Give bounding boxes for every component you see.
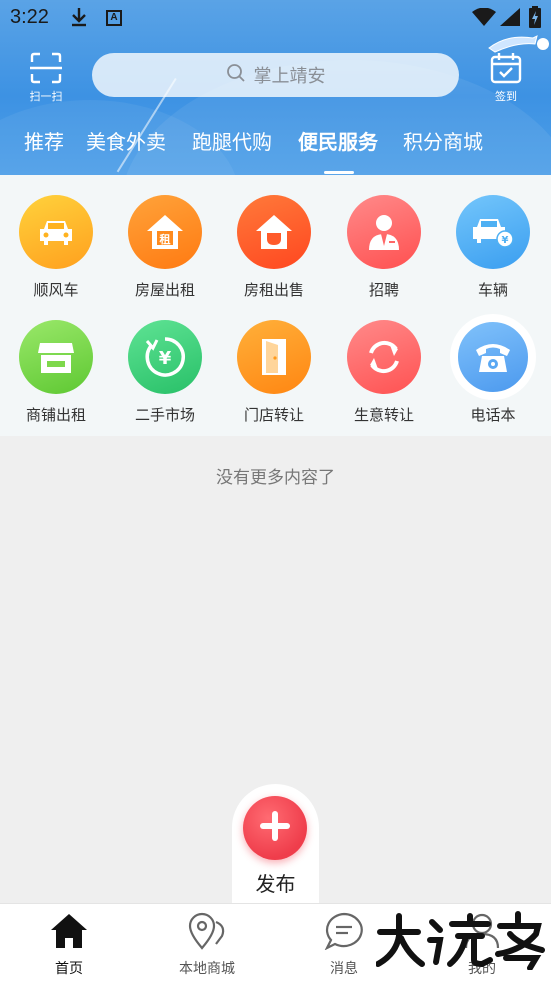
- service-label: 招聘: [368, 281, 399, 299]
- car-icon: [19, 195, 93, 269]
- signal-icon: [500, 8, 520, 30]
- tab-recommend[interactable]: 推荐: [24, 126, 64, 155]
- download-icon: [70, 6, 88, 33]
- watermark-logo: [375, 910, 551, 971]
- yuan-cycle-icon: ¥: [128, 320, 202, 394]
- service-label: 顺风车: [33, 281, 79, 299]
- svg-text:租: 租: [160, 233, 171, 246]
- status-time: 3:22: [10, 6, 49, 28]
- tab-points-mall[interactable]: 积分商城: [403, 126, 483, 155]
- shop-icon: [19, 320, 93, 394]
- service-label: 电话本: [470, 406, 516, 424]
- tab-food-delivery[interactable]: 美食外卖: [86, 126, 166, 155]
- service-item-ride-share[interactable]: 顺风车: [1, 195, 111, 300]
- plus-icon: [258, 809, 292, 847]
- service-item-house-sale[interactable]: 房租出售: [219, 195, 329, 300]
- search-input[interactable]: 掌上靖安: [92, 53, 459, 97]
- service-item-phonebook[interactable]: 电话本: [438, 314, 548, 425]
- scan-label: 扫一扫: [29, 90, 63, 103]
- service-label: 房屋出租: [134, 281, 195, 299]
- phone-icon: [450, 314, 536, 400]
- service-label: 生意转让: [353, 406, 414, 424]
- service-label: 门店转让: [243, 406, 304, 424]
- publish-label: 发布: [255, 872, 296, 896]
- search-icon: [226, 63, 246, 87]
- vehicle-yuan-icon: ¥: [456, 195, 530, 269]
- header: 3:22 A 扫一扫 掌上靖安 签到 推荐 美食外卖 跑腿代购 便民服务 积分商…: [0, 0, 551, 175]
- nav-local-mall[interactable]: 本地商城: [157, 912, 257, 978]
- service-label: 二手市场: [134, 406, 195, 424]
- service-label: 房租出售: [243, 281, 304, 299]
- tab-errands[interactable]: 跑腿代购: [192, 126, 272, 155]
- battery-icon: [529, 6, 541, 32]
- wifi-icon: [472, 7, 496, 30]
- sign-in-label: 签到: [495, 90, 517, 103]
- search-placeholder: 掌上靖安: [253, 66, 326, 87]
- nav-label: 首页: [55, 961, 83, 977]
- service-item-business-transfer[interactable]: 生意转让: [329, 320, 439, 425]
- sign-in-button[interactable]: 签到: [484, 52, 528, 103]
- nav-label: 本地商城: [179, 961, 235, 977]
- active-tab-indicator: [324, 171, 354, 174]
- service-label: 商铺出租: [25, 406, 86, 424]
- service-item-store-transfer[interactable]: 门店转让: [219, 320, 329, 425]
- door-icon: [237, 320, 311, 394]
- publish-button[interactable]: [243, 796, 307, 860]
- house-rent-icon: 租: [128, 195, 202, 269]
- nav-home[interactable]: 首页: [19, 912, 119, 978]
- service-item-shop-rent[interactable]: 商铺出租: [1, 320, 111, 425]
- map-pin-icon: [186, 912, 228, 954]
- services-grid: 顺风车 租 房屋出租 房租出售 招聘 ¥ 车辆 商铺出租 ¥ 二手市场 门店转让…: [0, 175, 551, 436]
- svg-text:¥: ¥: [159, 348, 172, 369]
- no-more-content-text: 没有更多内容了: [216, 468, 335, 488]
- home-icon: [49, 914, 89, 954]
- transfer-cycle-icon: [347, 320, 421, 394]
- category-tabs: 推荐 美食外卖 跑腿代购 便民服务 积分商城: [0, 126, 551, 166]
- scan-button[interactable]: 扫一扫: [24, 52, 68, 103]
- recruit-person-icon: [347, 195, 421, 269]
- svg-text:¥: ¥: [502, 235, 509, 246]
- service-item-second-hand[interactable]: ¥ 二手市场: [110, 320, 220, 425]
- tab-convenience-services[interactable]: 便民服务: [298, 126, 378, 155]
- house-sale-icon: [237, 195, 311, 269]
- sign-badge-decoration: [487, 34, 551, 54]
- calendar-check-icon: [489, 53, 523, 88]
- scan-icon: [29, 52, 63, 88]
- service-label: 车辆: [477, 281, 508, 299]
- service-item-house-rent[interactable]: 租 房屋出租: [110, 195, 220, 300]
- service-item-vehicle[interactable]: ¥ 车辆: [438, 195, 548, 300]
- chat-icon: [323, 912, 365, 954]
- app-notification-icon: A: [106, 10, 122, 26]
- status-bar: 3:22 A: [0, 0, 551, 38]
- service-item-recruit[interactable]: 招聘: [329, 195, 439, 300]
